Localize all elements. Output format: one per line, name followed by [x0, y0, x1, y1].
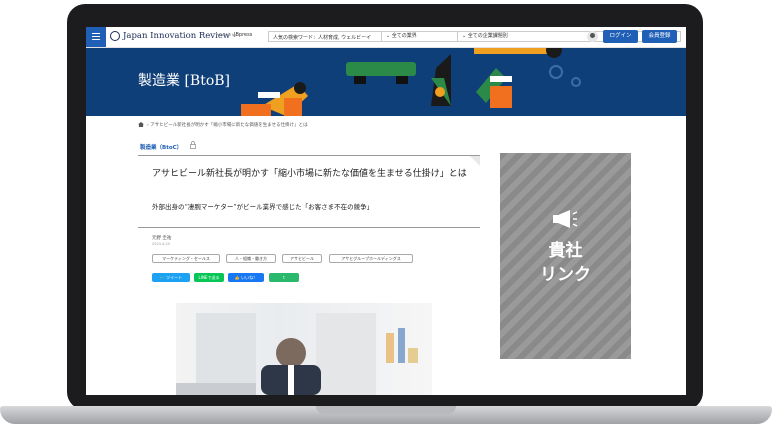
tumblr-label: t [283, 275, 285, 280]
category-banner: 製造業 [BtoB] [86, 48, 686, 116]
ad-text: 貴社 リンク [500, 239, 631, 287]
bookmark-icon[interactable] [470, 156, 480, 166]
tweet-button[interactable]: 🐦 ツイート [152, 273, 190, 282]
breadcrumb-current: アサヒビール新社長が明かす「縮小市場に新たな価値を生ませる仕掛け」とは [150, 123, 308, 128]
like-button[interactable]: 👍 いいね！ [228, 273, 264, 282]
login-button[interactable]: ログイン [603, 30, 638, 43]
line-button[interactable]: LINEで送る [194, 273, 224, 282]
tag-item[interactable]: アサヒビール [282, 254, 322, 263]
article-subtitle: 外部出身の“凄腕マーケター”がビール業界で感じた「お客さま不在の競争」 [152, 203, 374, 211]
article-category[interactable]: 製造業（BtoC） [140, 143, 182, 151]
article-photo-image [176, 313, 418, 395]
breadcrumb: › アサヒビール新社長が明かす「縮小市場に新たな価値を生ませる仕掛け」とは [138, 122, 308, 128]
tag-item[interactable]: マーケティング・セールス [152, 254, 220, 263]
home-icon[interactable] [138, 122, 144, 127]
article-title: アサヒビール新社長が明かす「縮小市場に新たな価値を生ませる仕掛け」とは [152, 169, 467, 179]
article-photo [176, 303, 432, 395]
ad-banner[interactable]: 貴社 リンク [500, 153, 631, 359]
industry-select-value: 全ての業界 [391, 33, 417, 39]
user-icon[interactable] [587, 31, 598, 42]
register-button[interactable]: 会員登録 [642, 30, 677, 43]
site-logo[interactable]: Japan Innovation Review [123, 31, 230, 41]
search-input[interactable]: 人気の検索ワード：人材育成, ウェルビーイ [273, 34, 371, 41]
megaphone-icon [553, 210, 578, 228]
laptop-notch [316, 406, 456, 414]
screen: Japan Innovation Review Powered by JBpre… [86, 27, 686, 395]
laptop-base [0, 400, 772, 434]
tumblr-button[interactable]: t [269, 273, 299, 282]
line-label: LINEで送る [198, 275, 220, 280]
industry-select[interactable]: ⌄ 全ての業界 [381, 32, 417, 41]
menu-button[interactable] [86, 27, 106, 47]
tweet-label: ツイート [166, 275, 183, 280]
theme-select-value: 全ての企業課題別 [467, 33, 508, 39]
article-header: アサヒビール新社長が明かす「縮小市場に新たな価値を生ませる仕掛け」とは 外部出身… [138, 155, 480, 228]
banner-title: 製造業 [BtoB] [138, 73, 231, 89]
theme-select[interactable]: ⌄ 全ての企業課題別 [457, 32, 508, 41]
article-date: 2023.4.20 [152, 242, 170, 246]
site-header: Japan Innovation Review Powered by JBpre… [86, 27, 686, 48]
article-author[interactable]: 元野 圭祐 [152, 235, 171, 241]
logo-emblem-icon[interactable] [110, 31, 120, 41]
ad-text-line2: リンク [540, 265, 591, 285]
ad-text-line1: 貴社 [548, 241, 583, 261]
lock-icon [190, 141, 196, 149]
tag-item[interactable]: アサヒグループホールディングス [329, 254, 413, 263]
like-label: いいね！ [241, 275, 258, 280]
tag-item[interactable]: 人・組織・働き方 [226, 254, 276, 263]
partner-logo[interactable]: JBpress [234, 32, 252, 38]
